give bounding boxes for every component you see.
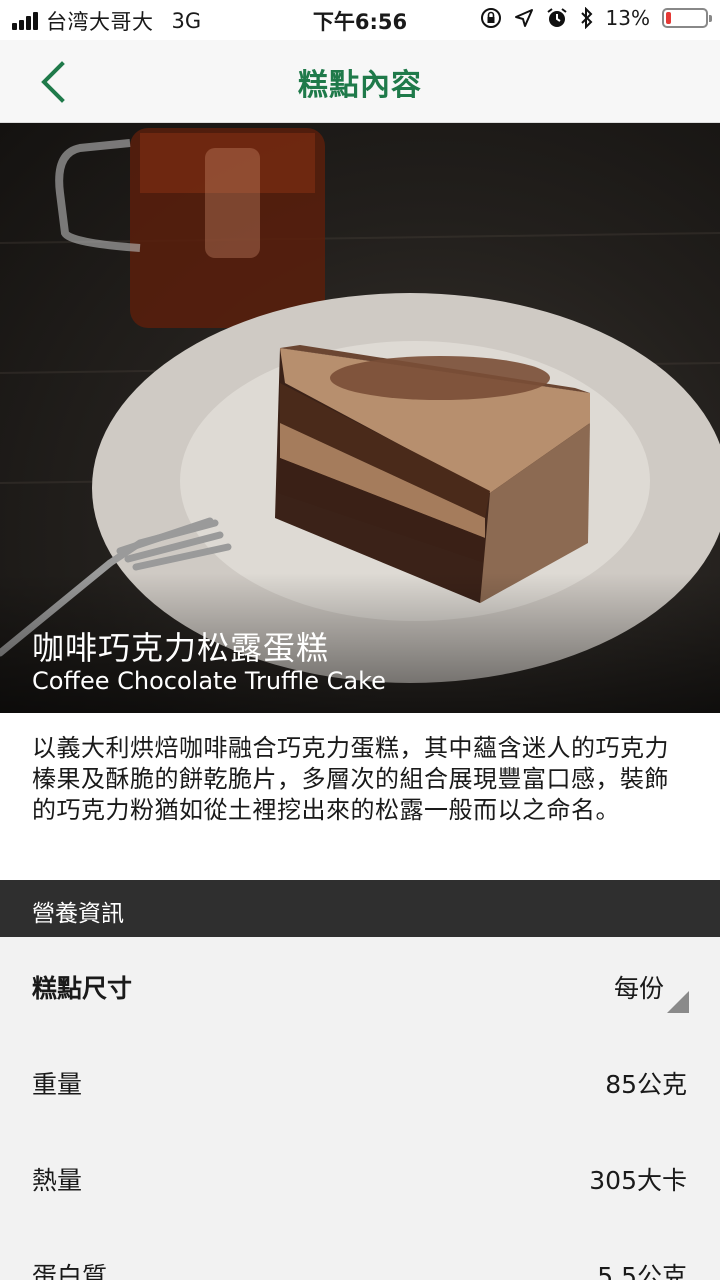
status-bar: 台湾大哥大 3G 下午6:56 13% (0, 0, 720, 40)
carrier-name: 台湾大哥大 (46, 10, 154, 34)
description-text: 以義大利烘焙咖啡融合巧克力蛋糕，其中蘊含迷人的巧克力榛果及酥脆的餅乾脆片，多層次… (32, 734, 669, 824)
nutrition-value: 5.5公克 (597, 1262, 687, 1280)
section-title: 營養資訊 (32, 901, 124, 927)
dropdown-corner-icon[interactable] (667, 991, 689, 1013)
orientation-lock-icon (480, 8, 501, 28)
status-right: 13% (480, 6, 712, 30)
nutrition-label: 蛋白質 (32, 1262, 108, 1280)
size-selector[interactable]: 糕點尺寸 每份 (0, 937, 720, 1033)
tea-glass (55, 128, 325, 328)
network-type: 3G (171, 9, 202, 33)
battery-level (666, 12, 671, 24)
signal-icon (12, 12, 38, 30)
nav-bar: 糕點內容 (0, 40, 720, 123)
nutrition-label: 熱量 (32, 1166, 83, 1195)
nutrition-row: 重量 85公克 (0, 1033, 720, 1129)
page-title: 糕點內容 (298, 68, 422, 103)
battery-percent: 13% (605, 6, 650, 30)
product-name-en: Coffee Chocolate Truffle Cake (32, 667, 386, 695)
size-value[interactable]: 每份 (614, 969, 664, 1005)
product-description: 以義大利烘焙咖啡融合巧克力蛋糕，其中蘊含迷人的巧克力榛果及酥脆的餅乾脆片，多層次… (0, 713, 720, 880)
product-name-zh: 咖啡巧克力松露蛋糕 (32, 629, 330, 667)
nutrition-row: 蛋白質 5.5公克 (0, 1225, 720, 1280)
nutrition-label: 重量 (32, 1070, 83, 1099)
nutrition-row: 熱量 305大卡 (0, 1129, 720, 1225)
location-icon (514, 9, 533, 27)
battery-icon (662, 8, 712, 28)
alarm-icon (546, 8, 567, 27)
bluetooth-icon (580, 7, 592, 29)
nutrition-section-header: 營養資訊 (0, 880, 720, 937)
status-left: 台湾大哥大 3G (12, 6, 201, 36)
nutrition-value: 305大卡 (589, 1166, 687, 1195)
product-image: 咖啡巧克力松露蛋糕 Coffee Chocolate Truffle Cake (0, 123, 720, 713)
nutrition-value: 85公克 (605, 1070, 687, 1099)
size-label: 糕點尺寸 (32, 974, 133, 1003)
